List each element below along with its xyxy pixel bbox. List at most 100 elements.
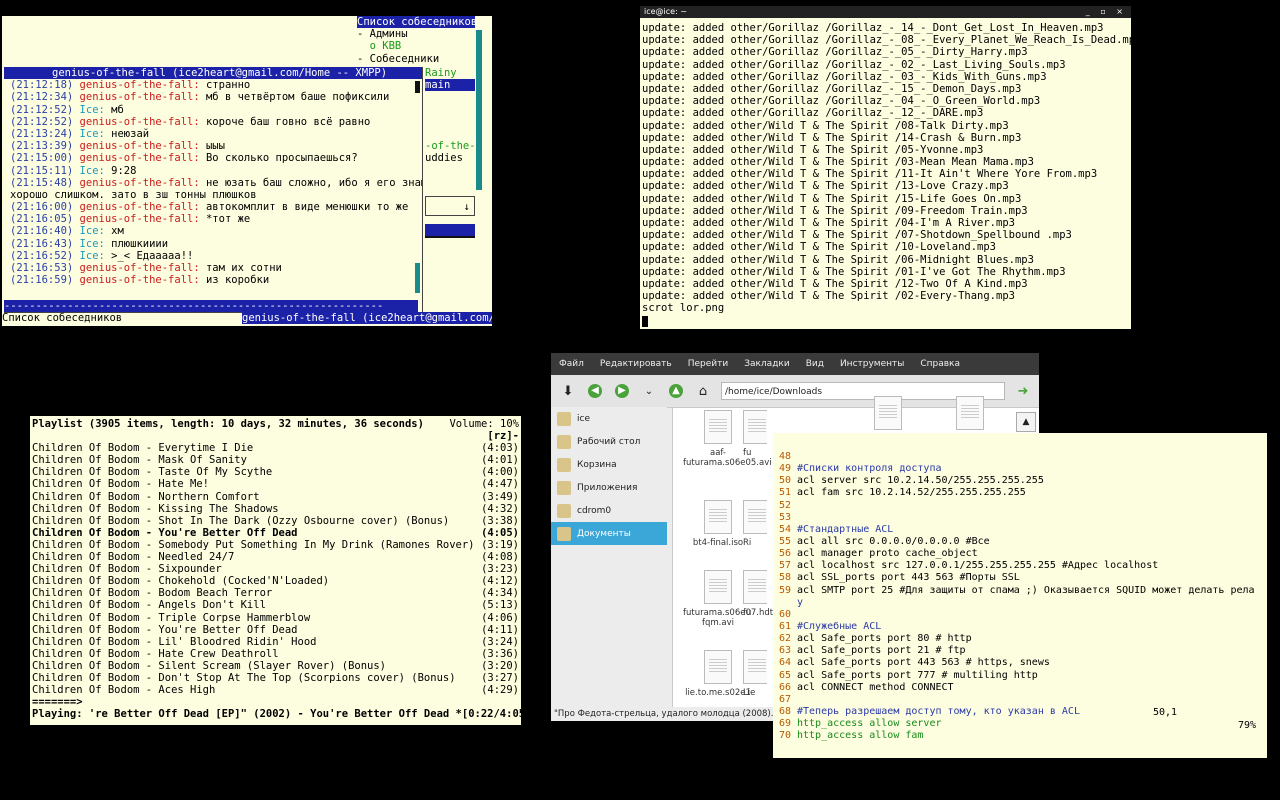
playlist-row[interactable]: Children Of Bodom - You're Better Off De… <box>32 527 519 539</box>
chat-message: (21:16:53) genius-of-the-fall: там их со… <box>10 262 422 274</box>
sidebar-item[interactable]: Корзина <box>551 453 667 476</box>
scroll-percent: 79% <box>1238 719 1257 731</box>
file-item[interactable]: Ri <box>743 500 767 548</box>
message-time: (21:16:59) <box>10 274 74 287</box>
progress-bar[interactable]: =======> <box>30 696 521 708</box>
playlist-row[interactable]: Children Of Bodom - Shot In The Dark (Oz… <box>32 515 519 527</box>
playlist-row[interactable]: Children Of Bodom - Northern Comfort (3:4… <box>32 491 519 503</box>
sidebar-item-label: Приложения <box>577 482 638 493</box>
menu-item[interactable]: Файл <box>551 359 592 369</box>
sidebar-item[interactable]: ice <box>551 407 667 430</box>
playlist-row[interactable]: Children Of Bodom - Silent Scream (Slaye… <box>32 660 519 672</box>
line-number: 50 <box>778 475 791 487</box>
drive-icon[interactable]: ⬇ <box>558 381 578 401</box>
chevron-down-icon[interactable]: ⌄ <box>639 381 659 401</box>
roster-of-the[interactable]: -of-the- <box>425 140 476 152</box>
file-item[interactable]: Lie <box>743 650 767 698</box>
back-icon[interactable]: ◀ <box>585 381 605 401</box>
playlist-row[interactable]: Children Of Bodom - Kissing The Shadows (… <box>32 503 519 515</box>
message-author: genius-of-the-fall: <box>79 115 200 128</box>
line-code: acl all src 0.0.0.0/0.0.0.0 #Все <box>797 535 990 547</box>
line-code: у <box>797 596 804 608</box>
sidebar-item[interactable]: cdrom0 <box>551 499 667 522</box>
menu-item[interactable]: Вид <box>798 359 832 369</box>
playlist-row[interactable]: Children Of Bodom - Needled 24/7 (4:08) <box>32 551 519 563</box>
sidebar-item-label: Рабочий стол <box>577 436 641 447</box>
up-icon[interactable]: ▲ <box>666 381 686 401</box>
track-title: Children Of Bodom - Angels Don't Kill <box>32 599 266 612</box>
line-code: acl SMTP port 25 #Для защиты от спама ;)… <box>797 584 1255 596</box>
track-length: (4:00) <box>481 466 519 479</box>
playlist-row[interactable]: Children Of Bodom - Lil' Bloodred Ridin'… <box>32 636 519 648</box>
file-item[interactable]: fu <box>743 570 767 618</box>
chat-scroll-thumb[interactable] <box>415 81 420 93</box>
sidebar-item[interactable]: Документы <box>551 522 667 545</box>
status-right: genius-of-the-fall (ice2heart@gmail.com/ <box>242 312 492 325</box>
message-text: неюзай <box>104 127 150 140</box>
playlist-row[interactable]: Children Of Bodom - Somebody Put Somethi… <box>32 539 519 551</box>
menu-item[interactable]: Закладки <box>736 359 798 369</box>
line-code: acl CONNECT method CONNECT <box>797 681 954 693</box>
line-code: #Стандартные ACL <box>797 523 894 535</box>
playlist-row[interactable]: Children Of Bodom - You're Better Off De… <box>32 624 519 636</box>
roster-item[interactable]: - Админы <box>357 28 482 40</box>
home-icon[interactable]: ⌂ <box>693 381 713 401</box>
roster-item[interactable]: - Собеседники <box>357 53 482 65</box>
folder-icon <box>557 411 571 426</box>
file-icon <box>704 410 732 444</box>
file-item[interactable] <box>853 396 923 434</box>
roster-item[interactable]: o KBB <box>357 40 482 52</box>
roster-main[interactable]: main <box>425 79 475 92</box>
log-line: update: added other/Wild T & The Spirit … <box>642 131 1022 144</box>
log-line: update: added other/Wild T & The Spirit … <box>642 192 1022 205</box>
playlist-row[interactable]: Children Of Bodom - Taste Of My Scythe (4… <box>32 466 519 478</box>
playlist-row[interactable]: Children Of Bodom - Bodom Beach Terror (4… <box>32 587 519 599</box>
log-line: update: added other/Gorillaz /Gorillaz_-… <box>642 107 984 120</box>
message-author: Ice: <box>79 127 105 140</box>
playlist-row[interactable]: Children Of Bodom - Triple Corpse Hammer… <box>32 612 519 624</box>
sidebar-item[interactable]: Приложения <box>551 476 667 499</box>
line-number: 54 <box>778 523 791 535</box>
playlist-row[interactable]: Children Of Bodom - Aces High (4:29) <box>32 684 519 696</box>
menu-item[interactable]: Перейти <box>680 359 737 369</box>
menu-item[interactable]: Инструменты <box>832 359 912 369</box>
chat-message: (21:16:52) Ice: >_< Едааааа!! <box>10 250 422 262</box>
file-item[interactable] <box>935 396 1005 434</box>
chat-scrollbar[interactable] <box>415 263 420 293</box>
line-number: 59 <box>778 584 791 596</box>
playlist-row[interactable]: Children Of Bodom - Sixpounder (3:23) <box>32 563 519 575</box>
vim-line: 54 #Стандартные ACL <box>773 524 1267 536</box>
vim-line: 64 acl Safe_ports port 443 563 # https, s… <box>773 657 1267 669</box>
message-text: плюшкииии <box>104 237 169 250</box>
scroll-up-icon[interactable]: ▲ <box>1016 412 1036 432</box>
log-line: update: added other/Wild T & The Spirit … <box>642 204 1028 217</box>
menu-item[interactable]: Редактировать <box>592 359 680 369</box>
roster-scrollbar[interactable] <box>476 30 482 190</box>
vim-line: 61 #Служебные ACL <box>773 621 1267 633</box>
file-icon <box>956 396 984 430</box>
scroll-down-icon[interactable]: ↓ <box>425 196 475 216</box>
playlist-row[interactable]: Children Of Bodom - Chokehold (Cocked'N'… <box>32 575 519 587</box>
file-item[interactable]: fu <box>743 410 767 458</box>
roster-buddies[interactable]: uddies <box>425 152 463 164</box>
playlist-row[interactable]: Children Of Bodom - Mask Of Sanity (4:01) <box>32 454 519 466</box>
go-icon[interactable]: ➜ <box>1013 381 1033 401</box>
vim-line: 48 <box>773 451 1267 463</box>
message-author: genius-of-the-fall: <box>79 152 200 165</box>
forward-icon[interactable]: ▶ <box>612 381 632 401</box>
message-text: там их сотни <box>199 262 282 274</box>
line-code: #Списки контроля доступа <box>797 463 942 475</box>
menu-item[interactable]: Справка <box>912 359 968 369</box>
playlist-row[interactable]: Children Of Bodom - Hate Me! (4:47) <box>32 478 519 490</box>
message-text: хорошо слишком. зато в зш тонны плюшков <box>10 188 257 201</box>
playlist-row[interactable]: Children Of Bodom - Hate Crew Deathroll (… <box>32 648 519 660</box>
track-length: (4:06) <box>481 611 519 624</box>
playlist-row[interactable]: Children Of Bodom - Everytime I Die (4:03… <box>32 442 519 454</box>
sidebar-item[interactable]: Рабочий стол <box>551 430 667 453</box>
playlist-row[interactable]: Children Of Bodom - Don't Stop At The To… <box>32 672 519 684</box>
playlist-row[interactable]: Children Of Bodom - Angels Don't Kill (5:… <box>32 599 519 611</box>
window-buttons-icon[interactable]: _ ▫ × <box>1086 6 1127 18</box>
message-text: ыыы <box>199 140 225 153</box>
roster-rainy[interactable]: Rainy <box>425 67 457 79</box>
track-title: Children Of Bodom - Northern Comfort <box>32 490 260 503</box>
